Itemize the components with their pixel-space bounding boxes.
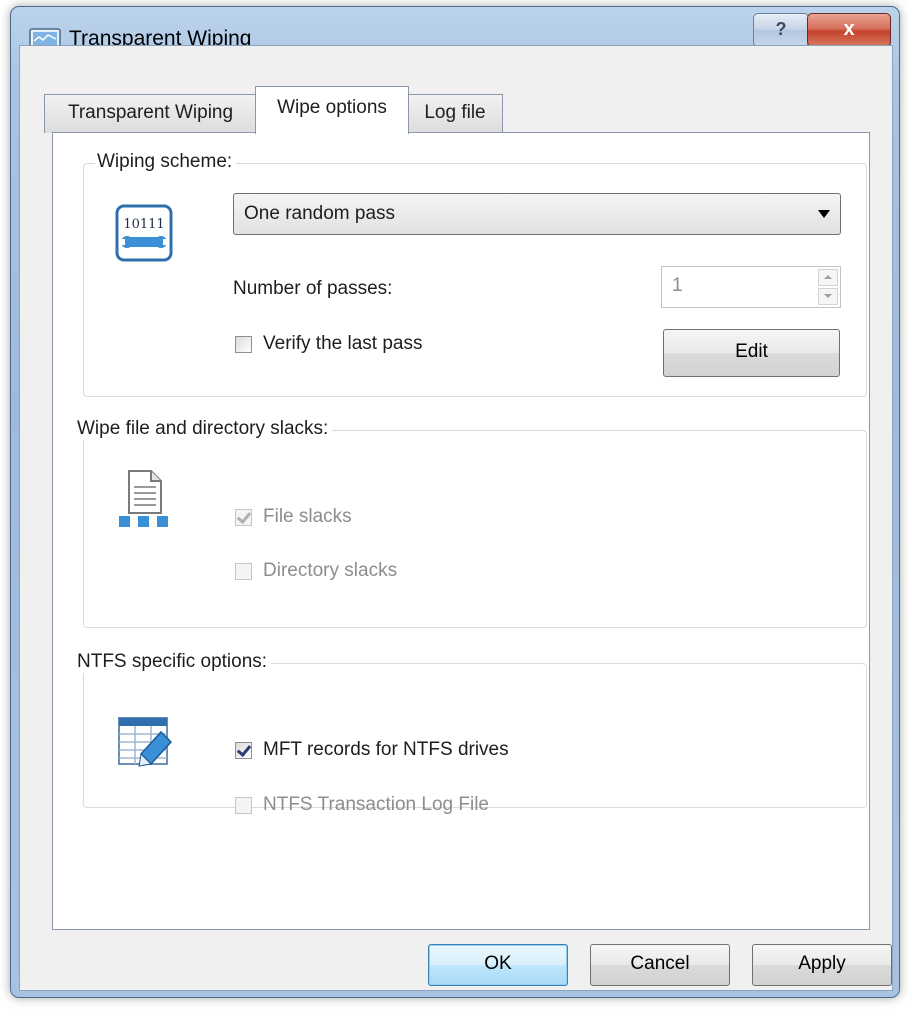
verify-last-pass-checkbox[interactable]	[235, 336, 252, 353]
tab-transparent-wiping[interactable]: Transparent Wiping	[44, 94, 257, 133]
number-of-passes-spinner[interactable]: 1	[661, 266, 841, 308]
ntfs-options-group	[83, 663, 867, 808]
ntfs-table-icon	[118, 717, 173, 767]
edit-button[interactable]: Edit	[663, 329, 840, 377]
wiping-scheme-select-value: One random pass	[244, 203, 396, 224]
tab-log-file[interactable]: Log file	[407, 94, 503, 133]
tab-wipe-options[interactable]: Wipe options	[255, 86, 409, 134]
verify-last-pass-label: Verify the last pass	[263, 333, 423, 354]
wiping-scheme-icon-text: 10111	[123, 217, 164, 232]
wiping-scheme-group-label: Wiping scheme:	[95, 151, 237, 173]
wiping-scheme-select[interactable]: One random pass	[233, 193, 841, 235]
dialog-client-area: Transparent Wiping Wipe options Log file…	[19, 45, 893, 991]
wiping-scheme-icon: 10111	[115, 204, 173, 262]
apply-button[interactable]: Apply	[752, 944, 892, 986]
spin-down-icon[interactable]	[818, 288, 838, 305]
chevron-down-icon	[818, 210, 830, 218]
tab-page-wipe-options: Wiping scheme: 10111 One random pass Num…	[52, 132, 870, 930]
mft-records-checkbox[interactable]	[235, 742, 252, 759]
ntfs-transaction-log-checkbox[interactable]	[235, 797, 252, 814]
file-slacks-checkbox[interactable]	[235, 509, 252, 526]
directory-slacks-label: Directory slacks	[263, 560, 398, 581]
slacks-icon	[119, 470, 168, 527]
mft-records-label: MFT records for NTFS drives	[263, 739, 509, 760]
spin-up-icon[interactable]	[818, 269, 838, 286]
number-of-passes-label: Number of passes:	[233, 278, 393, 299]
file-slacks-label: File slacks	[263, 506, 352, 527]
close-button[interactable]: x	[807, 13, 891, 47]
cancel-button[interactable]: Cancel	[590, 944, 730, 986]
directory-slacks-checkbox[interactable]	[235, 563, 252, 580]
ntfs-transaction-log-label: NTFS Transaction Log File	[263, 794, 489, 815]
ntfs-options-group-label: NTFS specific options:	[75, 651, 272, 673]
dialog-window: Transparent Wiping ? x Transparent Wipin…	[10, 6, 900, 998]
slacks-group	[83, 430, 867, 628]
help-button[interactable]: ?	[753, 13, 809, 47]
ok-button[interactable]: OK	[428, 944, 568, 986]
number-of-passes-value: 1	[672, 275, 683, 296]
slacks-group-label: Wipe file and directory slacks:	[75, 418, 333, 440]
